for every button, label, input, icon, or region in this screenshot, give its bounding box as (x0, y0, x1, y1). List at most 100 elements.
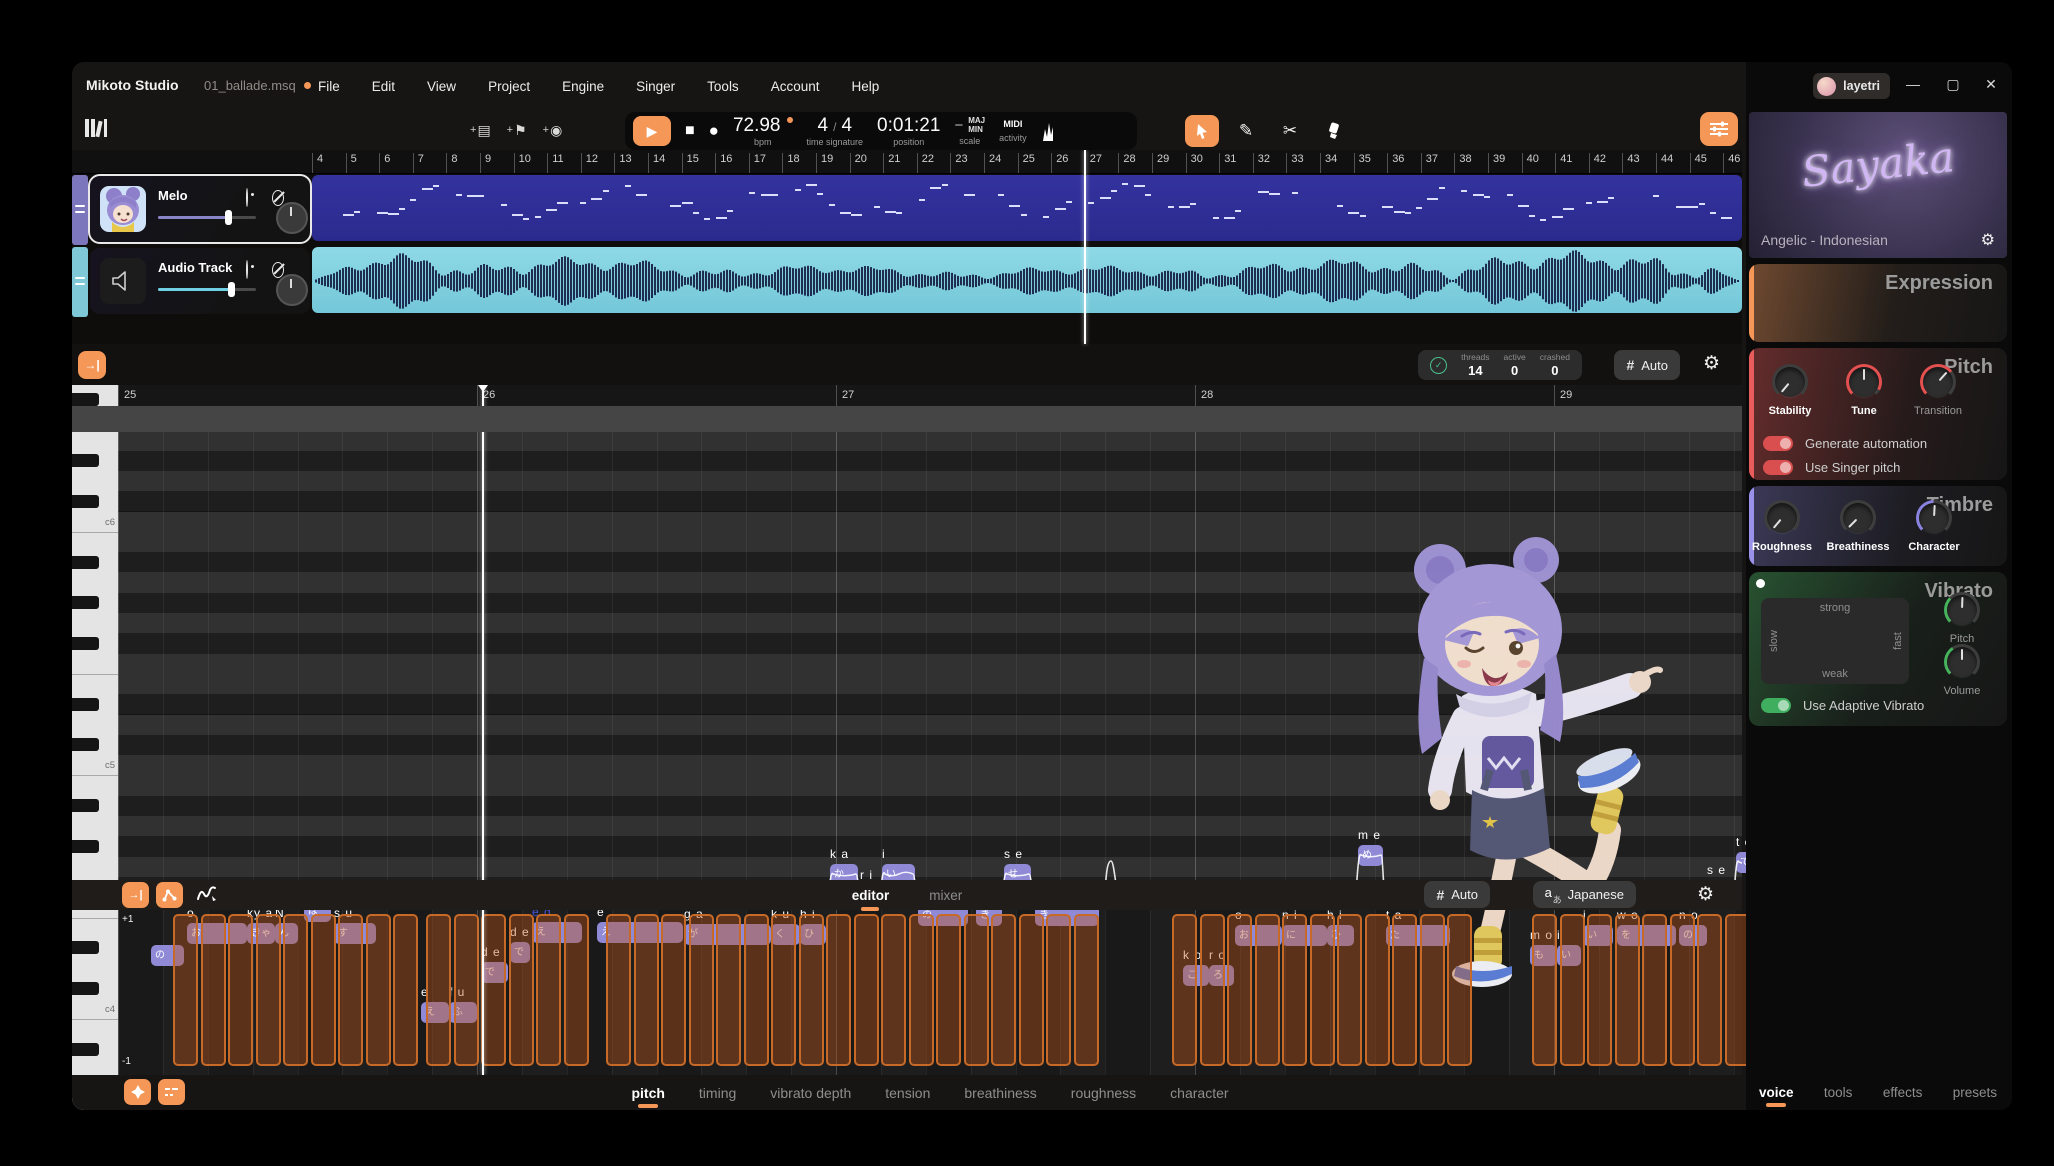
record-arm-icon[interactable] (246, 261, 261, 276)
panel-tab-voice[interactable]: voice (1759, 1085, 1794, 1100)
knob-transition[interactable]: Transition (1903, 364, 1973, 417)
pencil-tool-button[interactable]: ✎ (1229, 115, 1263, 147)
scale-selector[interactable]: − MAJMIN scale (954, 116, 985, 146)
mute-icon[interactable] (272, 189, 287, 204)
black-key[interactable] (72, 799, 99, 812)
black-key[interactable] (72, 393, 99, 406)
time-signature-display[interactable]: 4/4 time signature (807, 116, 864, 147)
volume-slider[interactable] (158, 288, 256, 291)
track-name[interactable]: Audio Track (158, 260, 232, 275)
panel-tab-tools[interactable]: tools (1824, 1085, 1853, 1100)
ruler-measure-7: 7 (413, 153, 424, 173)
knob-volume[interactable]: Volume (1927, 644, 1997, 697)
menu-item-singer[interactable]: Singer (624, 75, 687, 98)
black-key[interactable] (72, 941, 99, 954)
piano-roll-playhead[interactable] (482, 385, 484, 1075)
tab-mixer[interactable]: mixer (929, 888, 962, 903)
record-button[interactable]: ● (709, 121, 719, 141)
maximize-button[interactable]: ▢ (1938, 76, 1968, 93)
menu-item-help[interactable]: Help (839, 75, 891, 98)
language-selector-button[interactable]: aあ Japanese (1533, 881, 1636, 908)
track-header-melo[interactable]: Melo (90, 176, 310, 242)
param-tab-roughness[interactable]: roughness (1071, 1085, 1136, 1101)
track-color-strip[interactable] (72, 175, 88, 245)
menu-item-engine[interactable]: Engine (550, 75, 616, 98)
panel-tab-effects[interactable]: effects (1883, 1085, 1923, 1100)
grid-auto-button[interactable]: #Auto (1614, 350, 1680, 380)
black-key[interactable] (72, 698, 99, 711)
black-key[interactable] (72, 495, 99, 508)
pan-knob[interactable] (276, 274, 308, 306)
solo-icon[interactable] (296, 189, 311, 204)
param-tab-pitch[interactable]: pitch (631, 1085, 664, 1101)
toggle-use-singer-pitch[interactable] (1763, 460, 1793, 475)
add-marker-icon[interactable]: +◉ (543, 122, 563, 139)
singer-avatar[interactable] (100, 186, 146, 232)
audio-clip[interactable] (312, 247, 1742, 313)
midi-clip-melo[interactable] (312, 175, 1742, 241)
tempo-display[interactable]: 72.98 bpm (733, 116, 793, 147)
menu-item-project[interactable]: Project (476, 75, 542, 98)
user-account-chip[interactable]: layetri (1813, 73, 1890, 99)
knob-stability[interactable]: Stability (1755, 364, 1825, 417)
record-arm-icon[interactable] (246, 189, 261, 204)
scissors-tool-button[interactable]: ✂ (1273, 115, 1307, 147)
piano-keyboard[interactable]: c6c5c4 (72, 385, 118, 1110)
param-tab-tension[interactable]: tension (885, 1085, 930, 1101)
knob-tune[interactable]: Tune (1829, 364, 1899, 417)
editor-settings-gear-icon[interactable]: ⚙ (1697, 883, 1714, 906)
mute-icon[interactable] (272, 261, 287, 276)
knob-character[interactable]: Character (1899, 500, 1969, 553)
pointer-tool-button[interactable] (1185, 115, 1219, 147)
tab-editor[interactable]: editor (852, 888, 890, 903)
arrangement-playhead[interactable] (1084, 150, 1086, 344)
toggle-generate-automation[interactable] (1763, 436, 1793, 451)
panel-tab-presets[interactable]: presets (1953, 1085, 1997, 1100)
knob-pitch[interactable]: Pitch (1927, 592, 1997, 645)
black-key[interactable] (72, 637, 99, 650)
black-key[interactable] (72, 982, 99, 995)
singer-card[interactable]: Sayaka Angelic - Indonesian ⚙ (1749, 112, 2007, 258)
black-key[interactable] (72, 454, 99, 467)
volume-slider[interactable] (158, 216, 256, 219)
titlebar: Mikoto Studio 01_ballade.msq FileEditVie… (72, 62, 2012, 110)
knob-roughness[interactable]: Roughness (1749, 500, 1817, 553)
vibrato-xy-pad[interactable]: strong weak slow fast (1761, 598, 1909, 684)
track-name[interactable]: Melo (158, 188, 188, 203)
pan-knob[interactable] (276, 202, 308, 234)
play-button[interactable]: ▶ (633, 116, 671, 146)
piano-roll-settings-gear-icon[interactable]: ⚙ (1703, 352, 1720, 375)
menu-item-tools[interactable]: Tools (695, 75, 751, 98)
black-key[interactable] (72, 596, 99, 609)
use-adaptive-vibrato-toggle[interactable] (1761, 698, 1791, 713)
snap-toggle-button[interactable]: →| (78, 351, 106, 379)
black-key[interactable] (72, 840, 99, 853)
singer-settings-gear-icon[interactable]: ⚙ (1981, 230, 1995, 250)
solo-icon[interactable] (296, 261, 311, 276)
menu-item-edit[interactable]: Edit (360, 75, 407, 98)
arrangement-ruler[interactable]: 4567891011121314151617181920212223242526… (72, 150, 1742, 174)
menu-item-view[interactable]: View (415, 75, 468, 98)
black-key[interactable] (72, 1043, 99, 1056)
minimize-button[interactable]: — (1898, 76, 1928, 92)
param-tab-timing[interactable]: timing (699, 1085, 736, 1101)
stop-button[interactable]: ■ (685, 122, 695, 140)
black-key[interactable] (72, 556, 99, 569)
menu-item-account[interactable]: Account (759, 75, 832, 98)
ruler-measure-27: 27 (1085, 153, 1102, 173)
param-tab-vibrato-depth[interactable]: vibrato depth (770, 1085, 851, 1101)
add-flag-icon[interactable]: +⚑ (507, 122, 527, 139)
param-tab-character[interactable]: character (1170, 1085, 1228, 1101)
eraser-tool-button[interactable] (1317, 115, 1351, 147)
close-button[interactable]: ✕ (1976, 76, 2006, 93)
knob-breathiness[interactable]: Breathiness (1823, 500, 1893, 553)
menu-item-file[interactable]: File (306, 75, 352, 98)
track-header-audio[interactable]: Audio Track (90, 248, 310, 314)
position-display[interactable]: 0:01:21 position (877, 116, 940, 147)
add-part-icon[interactable]: +▤ (470, 122, 491, 139)
param-tab-breathiness[interactable]: breathiness (964, 1085, 1036, 1101)
track-color-strip[interactable] (72, 247, 88, 317)
editor-auto-button[interactable]: #Auto (1424, 881, 1490, 908)
black-key[interactable] (72, 738, 99, 751)
quick-settings-button[interactable] (1700, 112, 1738, 146)
